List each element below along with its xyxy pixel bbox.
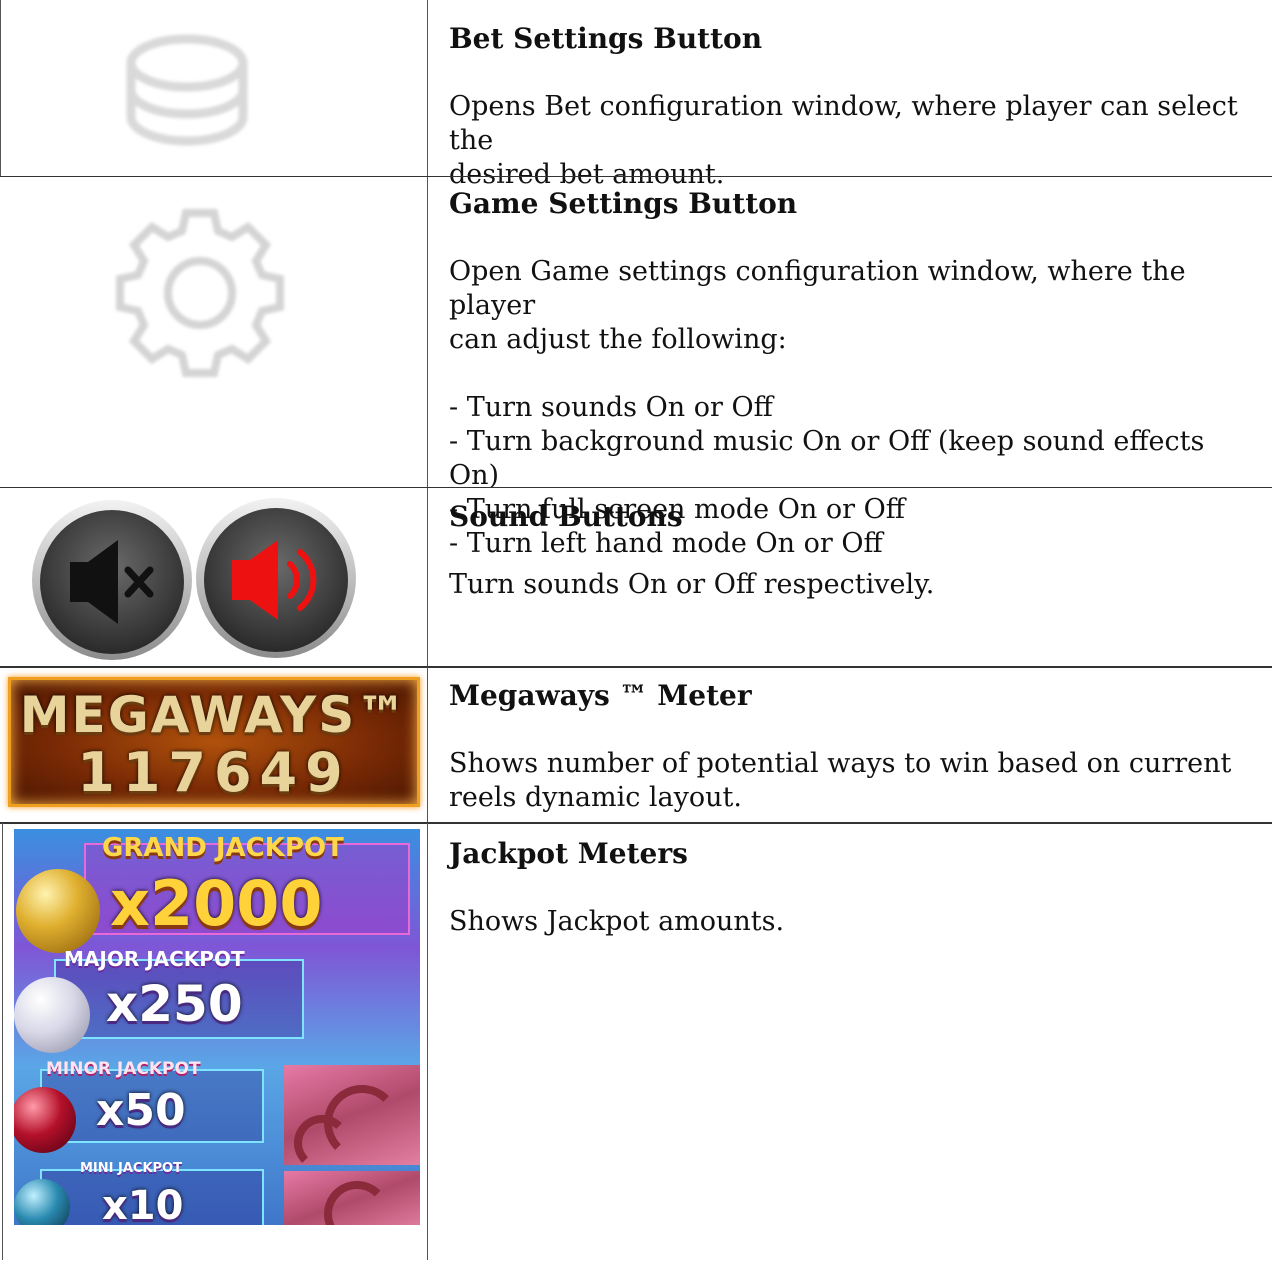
list-item: - Turn sounds On or Off — [449, 392, 773, 423]
game-settings-description: Open Game settings configuration window,… — [449, 256, 1186, 355]
jackpot-text-cell: Jackpot Meters Shows Jackpot amounts. — [449, 837, 1262, 939]
bet-settings-image-cell — [0, 0, 428, 177]
megaways-image-cell: MEGAWAYS™ 117649 — [0, 667, 428, 822]
megaways-meter-graphic: MEGAWAYS™ 117649 — [8, 677, 420, 807]
bet-settings-text-cell: Bet Settings Button Opens Bet configurat… — [449, 22, 1262, 192]
game-settings-title: Game Settings Button — [449, 187, 798, 220]
jackpot-title: Jackpot Meters — [449, 837, 688, 870]
mini-jackpot-label: MINI JACKPOT — [80, 1161, 182, 1176]
octopus-symbol-image — [284, 1065, 420, 1171]
jackpot-description: Shows Jackpot amounts. — [449, 906, 785, 937]
jackpot-image-cell: GRAND JACKPOT x2000 MAJOR JACKPOT x250 M… — [0, 823, 428, 1260]
white-pearl-icon — [14, 977, 90, 1053]
row-sound-buttons: Sound Buttons Turn sounds On or Off resp… — [0, 488, 1272, 666]
octopus-symbol-image — [284, 1171, 420, 1225]
sound-buttons-description: Turn sounds On or Off respectively. — [449, 569, 935, 600]
grand-jackpot-value: x2000 — [110, 867, 323, 940]
row-game-settings: Game Settings Button Open Game settings … — [0, 177, 1272, 559]
major-jackpot-label: MAJOR JACKPOT — [64, 947, 245, 971]
megaways-text-cell: Megaways ™ Meter Shows number of potenti… — [449, 679, 1262, 815]
mini-jackpot-meter: MINI JACKPOT x10 — [40, 1161, 264, 1225]
sound-buttons-image-cell — [0, 488, 428, 666]
megaways-value: 117649 — [77, 741, 351, 804]
grand-jackpot-meter: GRAND JACKPOT x2000 — [84, 833, 410, 940]
speaker-button — [196, 498, 356, 658]
minor-jackpot-label: MINOR JACKPOT — [46, 1059, 201, 1079]
row-megaways-meter: MEGAWAYS™ 117649 Megaways ™ Meter Shows … — [0, 667, 1272, 822]
gold-pearl-icon — [16, 869, 100, 953]
sound-buttons-graphic — [32, 498, 356, 660]
sound-buttons-title: Sound Buttons — [449, 500, 683, 533]
bet-settings-title: Bet Settings Button — [449, 22, 763, 55]
list-item: - Turn background music On or Off (keep … — [449, 426, 1205, 491]
major-jackpot-meter: MAJOR JACKPOT x250 — [54, 947, 304, 1039]
megaways-description: Shows number of potential ways to win ba… — [449, 748, 1232, 813]
coin-stack-icon — [126, 34, 248, 146]
red-pearl-icon — [14, 1087, 76, 1153]
tentacle-shape — [324, 1181, 390, 1225]
mute-button — [32, 500, 192, 660]
row-bet-settings: Bet Settings Button Opens Bet configurat… — [0, 0, 1272, 190]
grand-jackpot-label: GRAND JACKPOT — [102, 833, 344, 863]
mini-jackpot-value: x10 — [102, 1183, 184, 1225]
megaways-title: Megaways ™ Meter — [449, 679, 752, 712]
table-border-left — [2, 823, 3, 1260]
major-jackpot-value: x250 — [106, 975, 243, 1033]
sound-buttons-text-cell: Sound Buttons Turn sounds On or Off resp… — [449, 500, 1262, 602]
minor-jackpot-value: x50 — [96, 1085, 186, 1136]
gear-icon — [116, 209, 284, 377]
jackpot-meters-graphic: GRAND JACKPOT x2000 MAJOR JACKPOT x250 M… — [14, 829, 420, 1225]
game-settings-image-cell — [0, 177, 428, 487]
megaways-label: MEGAWAYS™ — [19, 686, 409, 744]
tentacle-shape — [294, 1115, 350, 1171]
help-table: Bet Settings Button Opens Bet configurat… — [0, 0, 1272, 1268]
row-jackpot-meters: GRAND JACKPOT x2000 MAJOR JACKPOT x250 M… — [0, 823, 1272, 1268]
